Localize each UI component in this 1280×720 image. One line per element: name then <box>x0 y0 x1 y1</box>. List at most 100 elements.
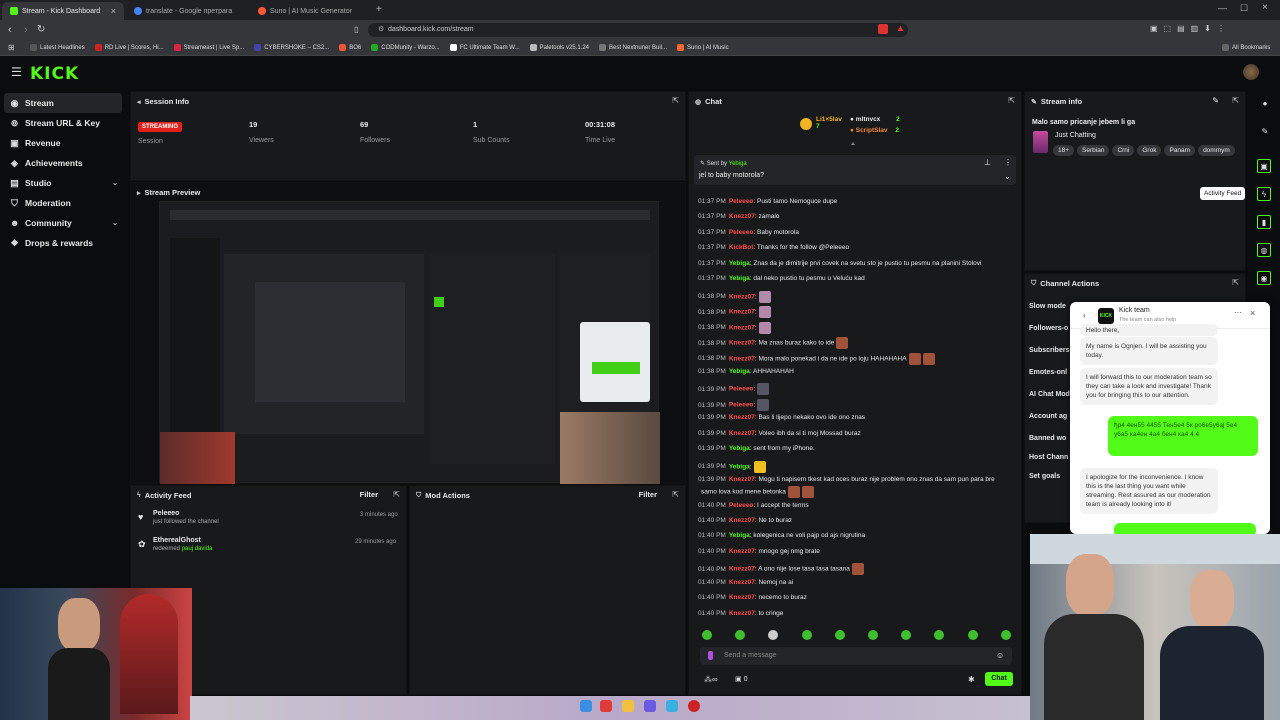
chat-username[interactable]: Knezz07 <box>729 476 755 483</box>
emoji-icon[interactable]: ☺ <box>996 651 1004 660</box>
stream-category[interactable]: Just Chatting <box>1055 132 1096 139</box>
url-input[interactable]: dashboard.kick.com/stream <box>368 23 908 37</box>
chat-username[interactable]: KickBot <box>729 244 754 251</box>
chat-input-box[interactable]: Send a message ☺ <box>700 647 1012 665</box>
emote-icon[interactable] <box>757 383 770 396</box>
bookmark-item[interactable]: CODMunity - Warzo... <box>371 44 440 51</box>
chat-username[interactable]: Knezz07 <box>729 566 755 573</box>
emote-icon[interactable] <box>702 630 712 640</box>
bookmark-item[interactable]: Paletools v25.1.24 <box>529 44 589 51</box>
channel-action-item[interactable]: AI Chat Mod <box>1029 391 1070 398</box>
edit-icon[interactable]: ✎ <box>1212 96 1219 105</box>
emote-icon[interactable] <box>758 321 771 334</box>
emote-icon[interactable] <box>851 563 864 576</box>
chat-username[interactable]: Knezz07 <box>729 355 755 362</box>
tag[interactable]: dommym <box>1198 145 1235 156</box>
close-window-icon[interactable]: × <box>1262 2 1268 13</box>
sidebar-item-moderation[interactable]: ⛉ Moderation <box>0 193 128 213</box>
users-icon[interactable]: ⁂∞ <box>704 675 718 684</box>
back-icon[interactable]: ‹ <box>1083 311 1086 320</box>
chat-username[interactable]: Yebiga <box>729 260 750 267</box>
bookmark-item[interactable]: Streameast | Live Sp... <box>173 44 244 51</box>
warning-icon[interactable]: ▲ <box>896 23 905 33</box>
apps-icon[interactable]: ⊞ <box>8 43 15 52</box>
bookmark-item[interactable]: CYBERSHOKE – CS2... <box>254 44 329 51</box>
chat-username[interactable]: Yebiga <box>729 445 750 452</box>
filter-button[interactable]: Filter <box>360 490 378 499</box>
tag[interactable]: Panam <box>1164 145 1196 156</box>
chat-username[interactable]: Knezz07 <box>729 548 755 555</box>
emote-icon[interactable] <box>836 337 849 350</box>
forward-icon[interactable]: › <box>24 24 28 36</box>
tag[interactable]: 18+ <box>1053 145 1075 156</box>
emote-icon[interactable] <box>901 630 912 640</box>
kick-logo[interactable]: KICK <box>30 64 79 84</box>
activity-user[interactable]: Peleeeo <box>153 510 179 517</box>
emote-icon[interactable] <box>758 290 771 303</box>
chat-username[interactable]: Knezz07 <box>729 340 755 347</box>
extension-icon[interactable] <box>878 24 888 34</box>
app-icon[interactable] <box>666 700 678 712</box>
chat-icon[interactable]: ◍ <box>1257 243 1271 257</box>
send-chat-button[interactable]: Chat <box>985 672 1013 686</box>
emote-icon[interactable] <box>922 352 935 365</box>
chat-username[interactable]: Yebiga <box>729 368 750 375</box>
browser-icon[interactable] <box>600 700 612 712</box>
close-icon[interactable]: × <box>1250 308 1255 318</box>
chat-username[interactable]: Peleeeo <box>729 229 754 236</box>
chat-username[interactable]: Knezz07 <box>729 309 755 316</box>
session-icon[interactable]: ▣ <box>1257 159 1271 173</box>
more-icon[interactable]: ⋯ <box>1234 308 1242 317</box>
leader-item[interactable]: Li1×5lav 7 <box>816 116 842 130</box>
emote-icon[interactable] <box>967 630 978 640</box>
emote-icon[interactable] <box>753 460 766 473</box>
start-icon[interactable] <box>580 700 592 712</box>
activity-feed-icon[interactable]: ϟ <box>1257 187 1271 201</box>
channel-action-item[interactable]: Followers-o <box>1029 325 1068 332</box>
leader-item[interactable]: ● ScriptSlav 2 <box>850 127 899 134</box>
chat-username[interactable]: Knezz07 <box>729 579 755 586</box>
chat-username[interactable]: Knezz07 <box>729 610 755 617</box>
all-bookmarks[interactable]: All Bookmarks <box>1222 44 1270 51</box>
site-info-icon[interactable]: ⚙ <box>378 25 384 33</box>
popout-icon[interactable]: ⇱ <box>393 490 400 499</box>
info-icon[interactable]: ● <box>1258 97 1272 111</box>
pin-icon[interactable]: ⊥ <box>984 158 991 167</box>
emote-icon[interactable] <box>757 398 770 411</box>
emote-icon[interactable] <box>758 306 771 319</box>
sidebar-item-community[interactable]: ☻ Community ⌄ <box>0 213 128 233</box>
popout-icon[interactable]: ⇱ <box>672 96 679 105</box>
leader-item[interactable]: ● mltnvcx 2 <box>850 116 900 123</box>
toolbar-icons[interactable]: ▣⬚▤▥⬇⋮ <box>1150 24 1231 33</box>
preview-video[interactable] <box>159 201 660 484</box>
chevron-down-icon[interactable]: ⌄ <box>1004 172 1011 181</box>
emote-icon[interactable] <box>908 352 921 365</box>
sidebar-item-studio[interactable]: ▤ Studio ⌄ <box>0 173 128 193</box>
book-icon[interactable]: ▮ <box>1257 215 1271 229</box>
emote-icon[interactable] <box>934 630 945 640</box>
bookmark-item[interactable]: FC Ultimate Team W... <box>449 44 520 51</box>
popout-icon[interactable]: ⇱ <box>1232 96 1239 105</box>
bookmark-item[interactable]: BO6 <box>339 44 361 51</box>
chat-username[interactable]: Knezz07 <box>729 414 755 421</box>
popout-icon[interactable]: ⇱ <box>672 490 679 499</box>
tab-translate[interactable]: translate - Google претрага <box>126 2 248 20</box>
tab-kick-dashboard[interactable]: Stream - Kick Dashboard × <box>2 2 124 20</box>
sidebar-item-stream-url[interactable]: ⊚ Stream URL & Key <box>0 113 128 133</box>
channel-action-item[interactable]: Emotes-onl <box>1029 369 1067 376</box>
chat-username[interactable]: Knezz07 <box>729 213 755 220</box>
channel-action-item[interactable]: Slow mode <box>1029 303 1066 310</box>
bookmark-item[interactable]: Latest Headlines <box>30 44 85 51</box>
chat-username[interactable]: Yebiga <box>729 463 750 470</box>
tag[interactable]: Grok <box>1137 145 1162 156</box>
points-display[interactable]: ▣ 0 <box>735 675 747 683</box>
chat-username[interactable]: Peleeeo <box>729 402 754 409</box>
emote-icon[interactable] <box>834 630 845 640</box>
close-icon[interactable]: × <box>111 6 116 16</box>
chat-username[interactable]: Peleeeo <box>729 198 754 205</box>
maximize-icon[interactable]: ☐ <box>1240 3 1248 14</box>
minimize-icon[interactable]: — <box>1218 3 1227 13</box>
channel-action-item[interactable]: Host Chann <box>1029 454 1068 461</box>
obs-icon[interactable] <box>688 700 700 712</box>
emote-icon[interactable] <box>801 630 812 640</box>
